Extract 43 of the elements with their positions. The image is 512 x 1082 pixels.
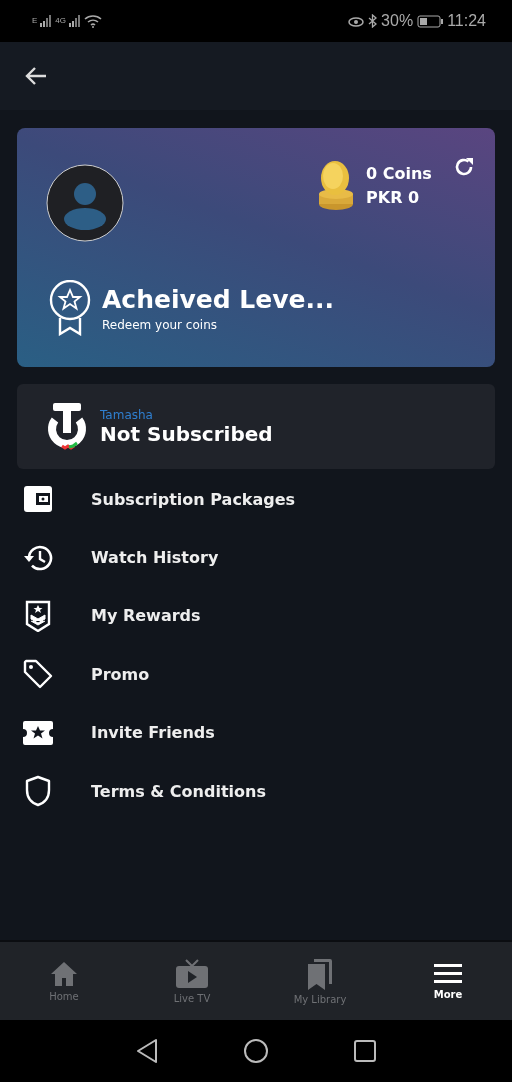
network-type: E (32, 16, 38, 25)
bluetooth-icon (368, 14, 378, 28)
level-title: Acheived Leve... (102, 284, 334, 314)
history-icon (23, 543, 53, 572)
level-subtitle: Redeem your coins (102, 317, 218, 332)
coins-count: 0 Coins (366, 163, 432, 185)
brand-logo-icon (47, 401, 87, 452)
rank-badge-icon (25, 599, 51, 632)
award-badge-icon (48, 280, 92, 336)
subscription-status: Not Subscribed (100, 421, 273, 446)
bookmarks-icon (306, 957, 334, 990)
avatar[interactable] (46, 164, 124, 242)
provider-name: Tamasha (100, 407, 154, 422)
network-type: 4G (55, 16, 66, 25)
back-arrow-icon[interactable] (24, 66, 48, 86)
menu-item[interactable]: Watch History (17, 528, 495, 587)
clock: 11:24 (447, 12, 486, 30)
shield-icon (24, 775, 52, 808)
home-circle-icon[interactable] (243, 1038, 269, 1064)
battery-percent: 30% (381, 12, 414, 30)
menu-icon (434, 962, 462, 985)
balance: PKR 0 (366, 187, 421, 209)
ticket-icon (23, 720, 53, 745)
tv-icon (175, 958, 209, 989)
menu-item[interactable]: My Rewards (17, 586, 495, 646)
recents-icon[interactable] (353, 1039, 377, 1063)
menu-item[interactable]: Terms & Conditions (17, 761, 495, 821)
nav-tab[interactable]: More (384, 942, 512, 1020)
tag-icon (23, 659, 53, 690)
wifi-icon (84, 14, 102, 28)
wallet-icon (24, 486, 52, 513)
coin-stack-icon (318, 160, 354, 212)
home-icon (50, 960, 78, 987)
menu-item[interactable]: Invite Friends (17, 703, 495, 762)
subscription-card[interactable]: Tamasha Not Subscribed (17, 384, 495, 469)
back-icon[interactable] (135, 1038, 159, 1064)
menu-item[interactable]: Subscription Packages (17, 470, 495, 529)
signal-icon (69, 15, 81, 27)
menu-item[interactable]: Promo (17, 645, 495, 704)
battery-icon (417, 14, 444, 28)
signal-icon (40, 15, 53, 27)
eye-icon (348, 15, 365, 27)
refresh-icon[interactable] (453, 156, 475, 178)
